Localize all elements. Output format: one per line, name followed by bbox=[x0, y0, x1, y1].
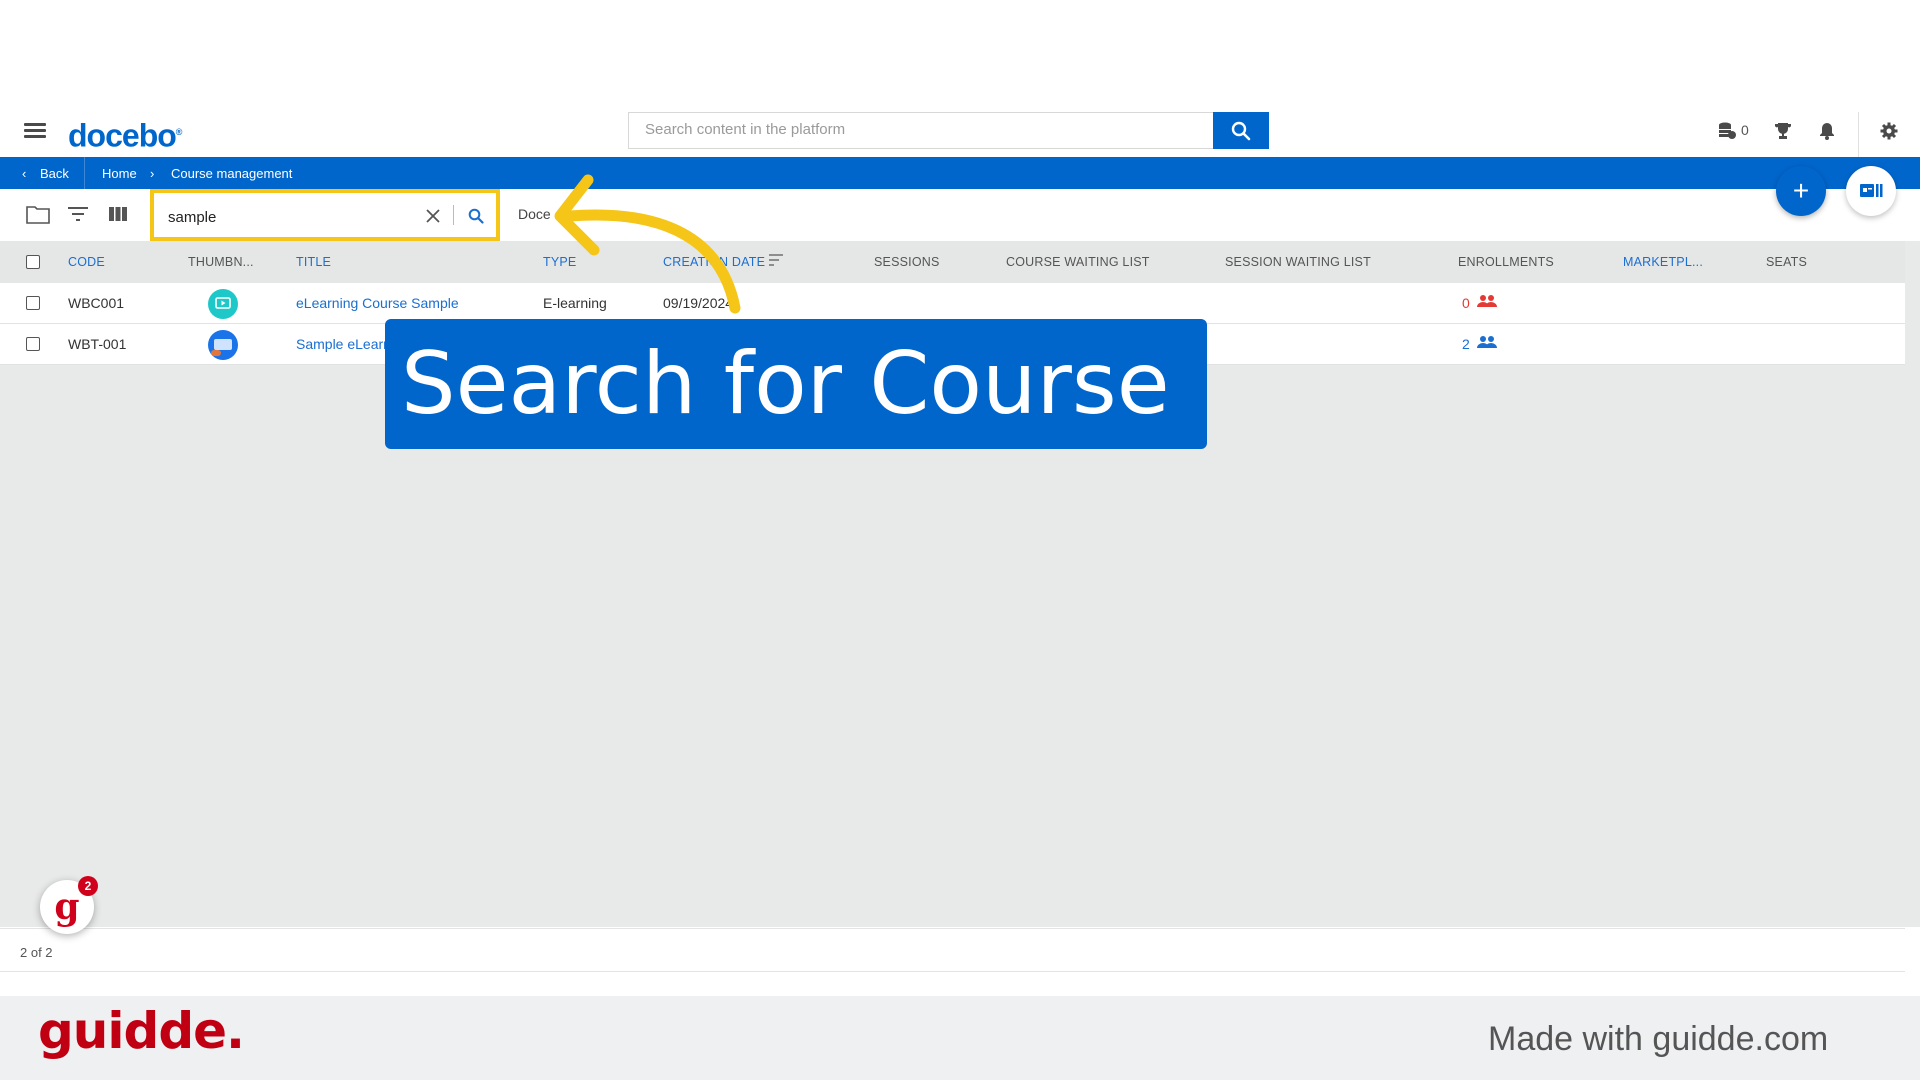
course-title-link[interactable]: eLearning Course Sample bbox=[296, 295, 459, 311]
breadcrumb: ‹ Back Home › Course management bbox=[0, 157, 1920, 189]
global-search-field[interactable] bbox=[628, 112, 1268, 149]
course-code: WBT-001 bbox=[68, 336, 127, 352]
column-header-sessions[interactable]: SESSIONS bbox=[874, 255, 940, 269]
search-divider bbox=[453, 205, 454, 225]
guidde-g-icon: g bbox=[54, 886, 80, 928]
coins-count: 0 bbox=[1741, 122, 1749, 138]
bell-icon[interactable] bbox=[1814, 118, 1840, 144]
filter-icon[interactable] bbox=[64, 200, 92, 228]
column-header-course-waiting-list[interactable]: COURSE WAITING LIST bbox=[1006, 255, 1150, 269]
users-icon[interactable] bbox=[1477, 335, 1497, 352]
chevron-left-icon[interactable]: ‹ bbox=[22, 166, 26, 181]
select-all-checkbox[interactable] bbox=[26, 255, 40, 269]
docebo-logo[interactable]: docebo® bbox=[68, 112, 183, 156]
table-header: CODE THUMBN... TITLE TYPE CREATION DATE … bbox=[0, 241, 1905, 283]
breadcrumb-course-management: Course management bbox=[171, 166, 293, 181]
column-header-code[interactable]: CODE bbox=[68, 255, 105, 269]
search-icon[interactable] bbox=[464, 205, 488, 227]
chevron-right-icon: › bbox=[150, 166, 155, 181]
close-icon[interactable] bbox=[422, 205, 444, 227]
logo-registered-mark: ® bbox=[175, 127, 183, 137]
enrollments-count[interactable]: 0 bbox=[1462, 295, 1470, 311]
add-course-button[interactable]: + bbox=[1776, 166, 1826, 216]
made-with-guidde-text: Made with guidde.com bbox=[1488, 1020, 1829, 1058]
global-search-input[interactable] bbox=[629, 113, 1221, 146]
id-card-icon bbox=[1860, 184, 1883, 197]
header-divider bbox=[1858, 112, 1859, 157]
plus-icon: + bbox=[1792, 175, 1810, 206]
annotation-arrow-icon bbox=[554, 174, 741, 314]
table-row[interactable]: WBC001 eLearning Course Sample E-learnin… bbox=[0, 283, 1905, 324]
column-header-enrollments[interactable]: ENROLLMENTS bbox=[1458, 255, 1554, 269]
row-checkbox[interactable] bbox=[26, 296, 40, 310]
notification-badge: 2 bbox=[78, 876, 98, 896]
pagination-count: 2 of 2 bbox=[20, 945, 53, 960]
course-thumbnail bbox=[208, 330, 238, 360]
guidde-logo: guidde. bbox=[38, 1002, 245, 1060]
course-thumbnail bbox=[208, 289, 238, 319]
logo-text: docebo bbox=[68, 117, 177, 154]
users-icon[interactable] bbox=[1477, 294, 1497, 311]
course-code: WBC001 bbox=[68, 295, 125, 311]
column-header-title[interactable]: TITLE bbox=[296, 255, 331, 269]
search-icon bbox=[1231, 121, 1251, 140]
column-header-thumbnail[interactable]: THUMBN... bbox=[188, 255, 254, 269]
menu-icon[interactable] bbox=[24, 123, 46, 139]
sort-icon[interactable] bbox=[768, 253, 784, 270]
panel-toggle-button[interactable] bbox=[1846, 166, 1896, 216]
column-header-session-waiting-list[interactable]: SESSION WAITING LIST bbox=[1225, 255, 1371, 269]
column-header-seats[interactable]: SEATS bbox=[1766, 255, 1807, 269]
row-checkbox[interactable] bbox=[26, 337, 40, 351]
pagination-bar bbox=[0, 928, 1905, 972]
course-search-field[interactable] bbox=[150, 189, 500, 241]
breadcrumb-home[interactable]: Home bbox=[102, 166, 137, 181]
global-search-button[interactable] bbox=[1213, 112, 1269, 149]
trophy-icon[interactable] bbox=[1770, 118, 1796, 144]
gear-icon[interactable] bbox=[1876, 118, 1902, 144]
enrollments-count[interactable]: 2 bbox=[1462, 336, 1470, 352]
breadcrumb-divider bbox=[84, 157, 85, 189]
play-icon bbox=[215, 297, 231, 309]
column-header-marketplace[interactable]: MARKETPL... bbox=[1623, 255, 1703, 269]
back-link[interactable]: Back bbox=[40, 166, 69, 181]
course-search-input[interactable] bbox=[166, 205, 410, 229]
folder-icon[interactable] bbox=[24, 200, 52, 228]
step-callout: Search for Course bbox=[385, 319, 1207, 449]
columns-icon[interactable] bbox=[104, 200, 132, 228]
coins-icon[interactable] bbox=[1714, 118, 1740, 144]
